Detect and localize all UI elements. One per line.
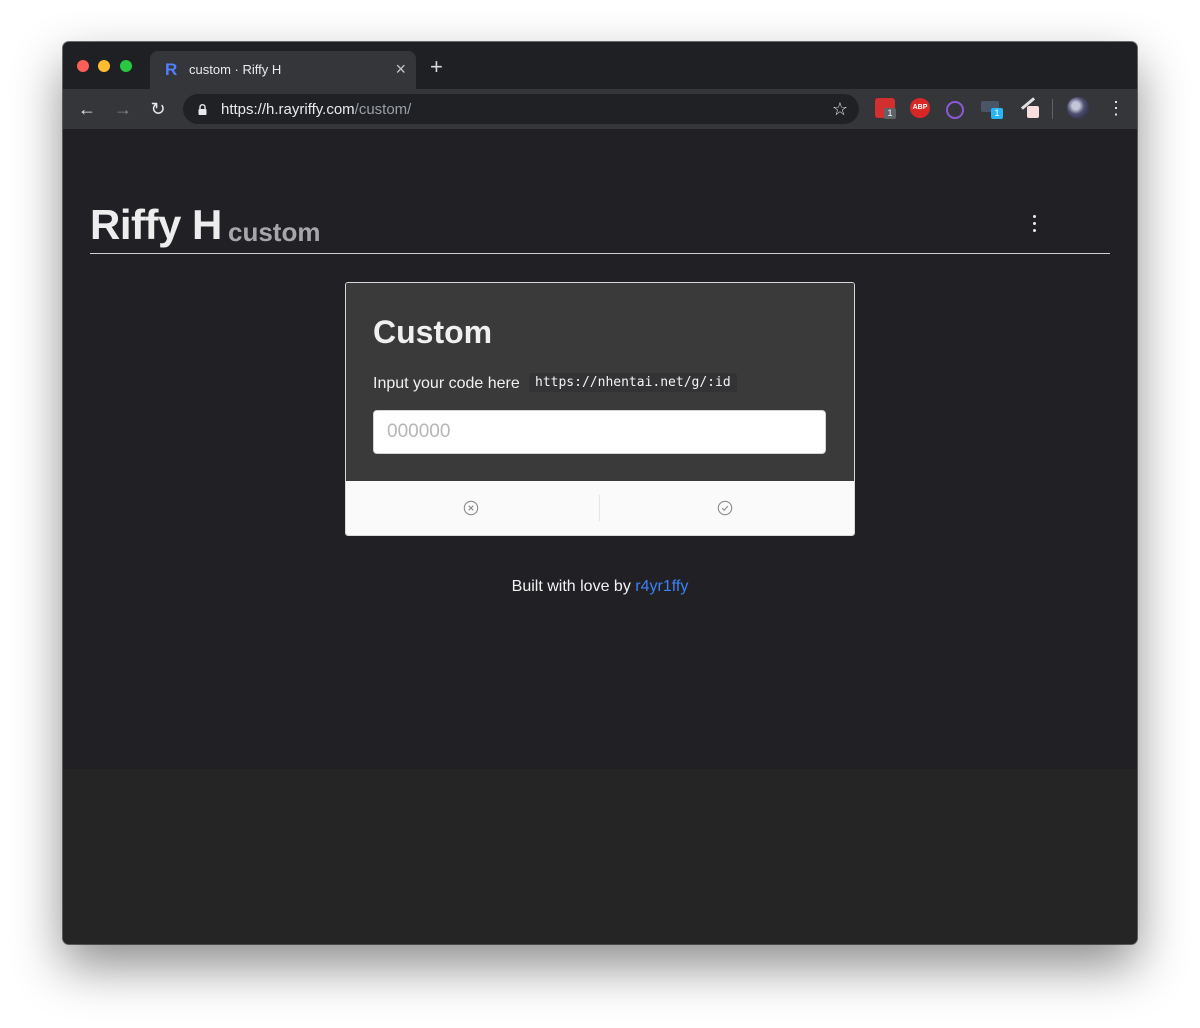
new-tab-button[interactable]: + xyxy=(430,56,443,78)
extension-badge: 1 xyxy=(991,108,1003,119)
extension-badge: 1 xyxy=(884,108,896,119)
page-content: Riffy H custom Custom Input your code he… xyxy=(63,129,1137,944)
browser-toolbar: ← → ↻ https://h.rayriffy.com/custom/ ☆ 1… xyxy=(63,89,1137,129)
close-tab-icon[interactable]: × xyxy=(395,59,406,79)
url-pattern-code: https://nhentai.net/g/:id xyxy=(529,373,737,392)
cancel-button[interactable] xyxy=(346,481,600,535)
card-actions xyxy=(346,481,854,535)
tab-active[interactable]: R custom · Riffy H × xyxy=(150,51,416,89)
site-favicon-icon: R xyxy=(165,60,178,79)
custom-code-card: Custom Input your code here https://nhen… xyxy=(345,282,855,536)
forward-button[interactable]: → xyxy=(113,99,133,119)
page-subtitle: custom xyxy=(228,217,321,247)
profile-avatar[interactable] xyxy=(1067,97,1089,119)
back-button[interactable]: ← xyxy=(77,99,97,119)
cancel-circle-icon xyxy=(463,500,479,516)
author-link[interactable]: r4yr1ffy xyxy=(635,578,688,595)
more-options-icon[interactable] xyxy=(1030,215,1038,236)
url-text: https://h.rayriffy.com/custom/ xyxy=(221,101,411,118)
page-bottom-area xyxy=(63,769,1137,944)
tab-strip: R custom · Riffy H × + xyxy=(63,42,1137,89)
address-bar[interactable]: https://h.rayriffy.com/custom/ ☆ xyxy=(183,94,859,124)
browser-menu-icon[interactable]: ⋮ xyxy=(1107,98,1125,118)
browser-window: R custom · Riffy H × + ← → ↻ https://h.r… xyxy=(63,42,1137,944)
confirm-button[interactable] xyxy=(600,481,854,535)
site-footer: Built with love by r4yr1ffy xyxy=(63,578,1137,596)
purple-extension-icon[interactable] xyxy=(946,101,964,119)
lock-icon xyxy=(198,104,207,115)
card-description: Input your code here xyxy=(373,375,520,392)
footer-text: Built with love by xyxy=(511,578,631,595)
url-host: https://h.rayriffy.com xyxy=(221,101,355,118)
url-path: /custom/ xyxy=(354,101,412,118)
site-brand[interactable]: Riffy H xyxy=(90,201,222,249)
minimize-window-button[interactable] xyxy=(98,60,110,72)
maximize-window-button[interactable] xyxy=(120,60,132,72)
card-title: Custom xyxy=(373,314,493,350)
pen-extension-icon[interactable] xyxy=(1018,97,1039,118)
card-body: Custom Input your code here https://nhen… xyxy=(346,283,854,481)
adblock-extension-icon[interactable]: ABP xyxy=(910,98,930,118)
lastpass-extension-icon[interactable]: 1 xyxy=(875,98,896,119)
window-extension-icon[interactable]: 1 xyxy=(981,101,1003,119)
site-header: Riffy H custom xyxy=(90,201,1110,254)
reload-button[interactable]: ↻ xyxy=(148,99,168,119)
confirm-check-icon xyxy=(717,500,733,516)
bookmark-star-icon[interactable]: ☆ xyxy=(832,98,848,120)
toolbar-separator xyxy=(1052,99,1053,119)
close-window-button[interactable] xyxy=(77,60,89,72)
code-input[interactable] xyxy=(373,410,826,454)
tab-title: custom · Riffy H xyxy=(189,62,282,77)
pad-shape xyxy=(1027,106,1039,118)
